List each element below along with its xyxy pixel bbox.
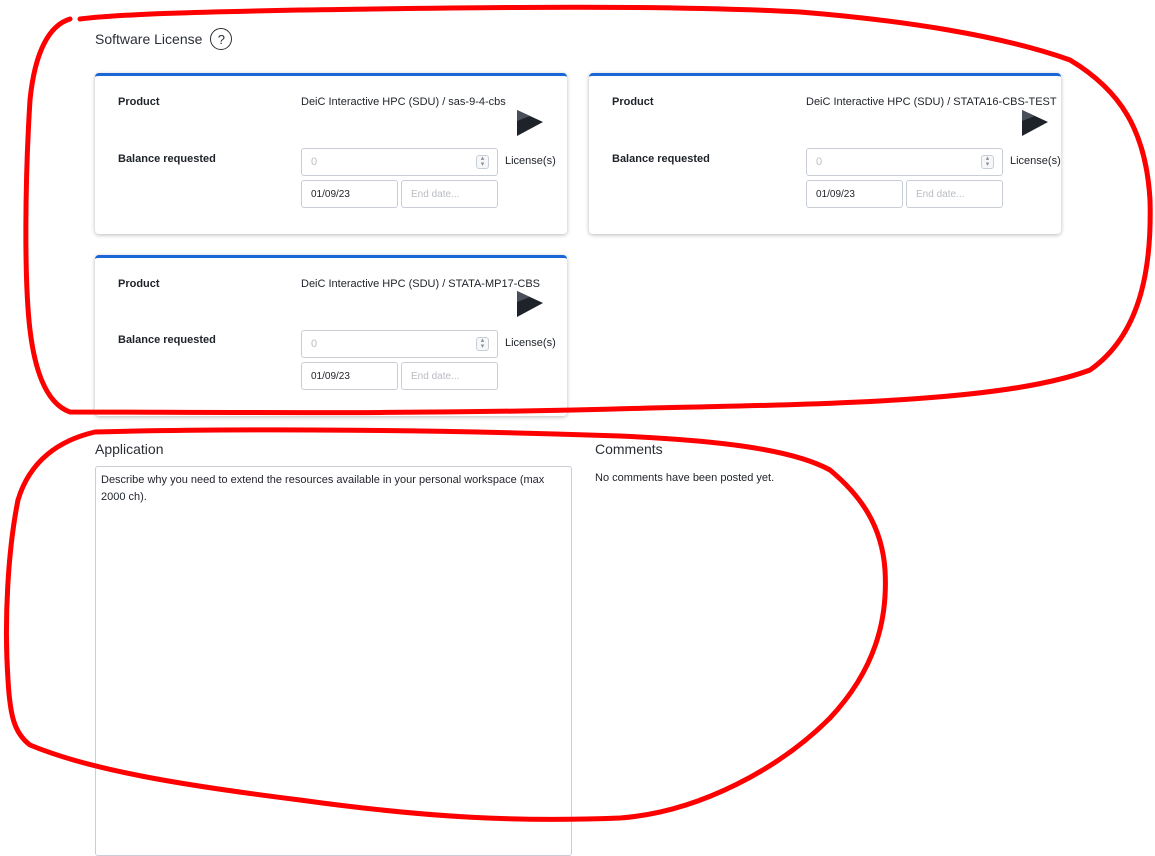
unit-label: License(s) [505,337,556,349]
end-date-placeholder: End date... [411,370,460,382]
product-value: DeiC Interactive HPC (SDU) / STATA-MP17-… [301,278,540,290]
start-date-value: 01/09/23 [816,188,855,200]
start-date-value: 01/09/23 [311,370,350,382]
stepper-icon[interactable]: ▴ ▾ [981,155,994,169]
balance-placeholder: 0 [816,156,823,168]
balance-input[interactable]: 0 ▴ ▾ [301,330,498,358]
stepper-icon[interactable]: ▴ ▾ [476,337,489,351]
end-date-input[interactable]: End date... [401,362,498,390]
start-date-input[interactable]: 01/09/23 [301,362,398,390]
product-label: Product [118,278,160,290]
product-value: DeiC Interactive HPC (SDU) / STATA16-CBS… [806,96,1057,108]
license-card-stata-mp17: Product DeiC Interactive HPC (SDU) / STA… [95,255,567,416]
play-icon[interactable] [516,290,544,318]
comments-title: Comments [595,441,663,457]
balance-label: Balance requested [118,153,216,165]
start-date-value: 01/09/23 [311,188,350,200]
license-card-stata16: Product DeiC Interactive HPC (SDU) / STA… [589,73,1061,234]
end-date-input[interactable]: End date... [401,180,498,208]
comments-empty-text: No comments have been posted yet. [595,472,775,484]
unit-label: License(s) [1010,155,1061,167]
balance-input[interactable]: 0 ▴ ▾ [806,148,1003,176]
product-label: Product [612,96,654,108]
balance-input[interactable]: 0 ▴ ▾ [301,148,498,176]
balance-label: Balance requested [612,153,710,165]
stepper-icon[interactable]: ▴ ▾ [476,155,489,169]
application-textarea[interactable]: Describe why you need to extend the reso… [95,466,572,856]
software-license-header: Software License ? [95,28,233,50]
application-title: Application [95,441,164,457]
start-date-input[interactable]: 01/09/23 [301,180,398,208]
license-card-sas: Product DeiC Interactive HPC (SDU) / sas… [95,73,567,234]
application-placeholder: Describe why you need to extend the reso… [101,474,545,503]
play-icon[interactable] [516,109,544,137]
balance-placeholder: 0 [311,156,318,168]
product-value: DeiC Interactive HPC (SDU) / sas-9-4-cbs [301,96,506,108]
section-title: Software License [95,31,203,47]
help-circle-icon[interactable]: ? [210,28,233,50]
end-date-input[interactable]: End date... [906,180,1003,208]
unit-label: License(s) [505,155,556,167]
play-icon[interactable] [1021,109,1049,137]
end-date-placeholder: End date... [916,188,965,200]
balance-label: Balance requested [118,334,216,346]
product-label: Product [118,96,160,108]
balance-placeholder: 0 [311,338,318,350]
start-date-input[interactable]: 01/09/23 [806,180,903,208]
end-date-placeholder: End date... [411,188,460,200]
